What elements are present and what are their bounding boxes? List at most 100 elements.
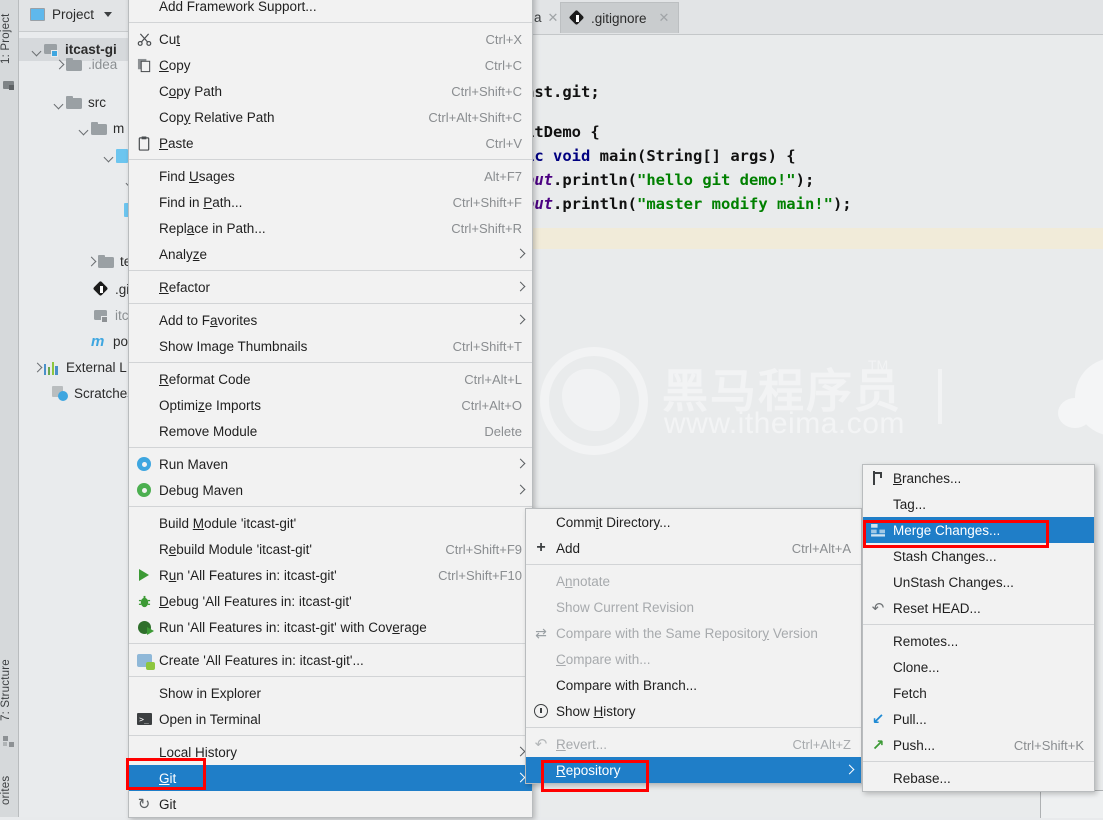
twisty-down-icon[interactable] — [102, 149, 116, 163]
twisty-right-icon[interactable] — [52, 58, 66, 72]
menu-separator — [129, 676, 532, 677]
rail-tab-structure[interactable]: 7: Structure — [0, 650, 18, 730]
menu-item-unstash-changes[interactable]: UnStash Changes... — [863, 569, 1094, 595]
twisty-down-icon[interactable] — [52, 96, 66, 110]
menu-separator — [863, 624, 1094, 625]
menu-item-debug-all-features[interactable]: Debug 'All Features in: itcast-git' — [129, 588, 532, 614]
menu-item-local-history[interactable]: Local History — [129, 739, 532, 765]
menu-item-copy-path[interactable]: Copy Path Ctrl+Shift+C — [129, 78, 532, 104]
menu-separator — [129, 362, 532, 363]
menu-item-optimize-imports[interactable]: Optimize Imports Ctrl+Alt+O — [129, 392, 532, 418]
code-text: ); — [832, 195, 852, 213]
project-view-selector[interactable]: Project — [30, 7, 113, 22]
menu-item-label: Rebase... — [893, 770, 951, 786]
menu-item-copy[interactable]: Copy Ctrl+C — [129, 52, 532, 78]
menu-item-commit-directory[interactable]: Commit Directory... — [526, 509, 861, 535]
menu-item-synchronize[interactable]: ↻ Git — [129, 791, 532, 817]
watermark-url: www.itheima.com — [664, 407, 905, 440]
menu-item-reset-head[interactable]: ↶ Reset HEAD... — [863, 595, 1094, 621]
menu-item-copy-relative-path[interactable]: Copy Relative Path Ctrl+Alt+Shift+C — [129, 104, 532, 130]
maven-icon: m — [91, 333, 105, 350]
menu-item-open-in-terminal[interactable]: >_ Open in Terminal — [129, 706, 532, 732]
folder-icon — [66, 58, 82, 71]
no-icon — [863, 543, 893, 569]
menu-item-add-to-favorites[interactable]: Add to Favorites — [129, 307, 532, 333]
push-icon: ↗ — [871, 737, 885, 754]
menu-item-label: Run 'All Features in: itcast-git' with C… — [159, 619, 427, 635]
menu-item-stash-changes[interactable]: Stash Changes... — [863, 543, 1094, 569]
menu-item-debug-maven[interactable]: Debug Maven — [129, 477, 532, 503]
library-icon — [44, 361, 60, 375]
menu-item-run-maven[interactable]: Run Maven — [129, 451, 532, 477]
menu-item-label: Annotate — [556, 573, 611, 589]
close-icon[interactable]: ✕ — [659, 10, 670, 26]
tab-gitignore[interactable]: .gitignore ✕ — [560, 2, 680, 33]
no-icon — [526, 594, 556, 620]
no-icon — [129, 333, 159, 359]
menu-item-find-in-path[interactable]: Find in Path... Ctrl+Shift+F — [129, 189, 532, 215]
menu-item-add-framework-support[interactable]: Add Framework Support... — [129, 0, 532, 19]
menu-item-label: Add — [556, 540, 581, 556]
menu-item-find-usages[interactable]: Find Usages Alt+F7 — [129, 163, 532, 189]
menu-item-shortcut: Ctrl+Alt+L — [464, 371, 522, 387]
menu-item-run-with-coverage[interactable]: Run 'All Features in: itcast-git' with C… — [129, 614, 532, 640]
editor-corner-box — [1040, 790, 1103, 818]
menu-item-add[interactable]: + Add Ctrl+Alt+A — [526, 535, 861, 561]
copy-icon — [129, 52, 159, 78]
menu-item-tag[interactable]: Tag... — [863, 491, 1094, 517]
no-icon — [129, 680, 159, 706]
menu-item-paste[interactable]: Paste Ctrl+V — [129, 130, 532, 156]
menu-item-repository[interactable]: Repository — [526, 757, 861, 783]
menu-item-label: Find in Path... — [159, 194, 243, 210]
menu-item-show-in-explorer[interactable]: Show in Explorer — [129, 680, 532, 706]
twisty-right-icon[interactable] — [84, 255, 98, 269]
menu-item-label: Open in Terminal — [159, 711, 261, 727]
menu-item-show-image-thumbnails[interactable]: Show Image Thumbnails Ctrl+Shift+T — [129, 333, 532, 359]
menu-item-label: Tag... — [893, 496, 927, 512]
no-icon — [129, 765, 159, 791]
menu-item-compare-with-branch[interactable]: Compare with Branch... — [526, 672, 861, 698]
menu-item-label: Run Maven — [159, 456, 229, 472]
menu-item-push[interactable]: ↗ Push... Ctrl+Shift+K — [863, 732, 1094, 758]
menu-item-clone[interactable]: Clone... — [863, 654, 1094, 680]
compare-icon: ⇄ — [535, 624, 547, 641]
menu-item-show-history[interactable]: Show History — [526, 698, 861, 724]
merge-icon — [863, 517, 893, 543]
menu-item-pull[interactable]: ↙ Pull... — [863, 706, 1094, 732]
menu-item-rebase[interactable]: Rebase... — [863, 765, 1094, 791]
menu-item-label: Create 'All Features in: itcast-git'... — [159, 652, 364, 668]
twisty-right-icon[interactable] — [30, 361, 44, 375]
menu-item-merge-changes[interactable]: Merge Changes... — [863, 517, 1094, 543]
folder-icon — [66, 96, 82, 109]
run-icon — [129, 562, 159, 588]
menu-item-label: Git — [159, 770, 177, 786]
menu-item-run-all-features[interactable]: Run 'All Features in: itcast-git' Ctrl+Sh… — [129, 562, 532, 588]
menu-item-branches[interactable]: Branches... — [863, 465, 1094, 491]
menu-item-build-module[interactable]: Build Module 'itcast-git' — [129, 510, 532, 536]
tree-item-label: .idea — [88, 57, 118, 72]
rail-tab-favorites[interactable]: orites — [0, 760, 18, 820]
maven-run-icon — [129, 451, 159, 477]
twisty-down-icon[interactable] — [77, 122, 91, 136]
menu-item-label: Add to Favorites — [159, 312, 258, 328]
menu-item-cut[interactable]: Cut Ctrl+X — [129, 26, 532, 52]
menu-item-git[interactable]: Git — [129, 765, 532, 791]
menu-item-replace-in-path[interactable]: Replace in Path... Ctrl+Shift+R — [129, 215, 532, 241]
menu-item-fetch[interactable]: Fetch — [863, 680, 1094, 706]
tree-item-label: src — [88, 95, 106, 110]
menu-separator — [129, 303, 532, 304]
menu-item-show-current-revision: Show Current Revision — [526, 594, 861, 620]
rail-tab-project[interactable]: 1: Project — [0, 4, 18, 74]
menu-item-create-configuration[interactable]: Create 'All Features in: itcast-git'... — [129, 647, 532, 673]
menu-item-rebuild-module[interactable]: Rebuild Module 'itcast-git' Ctrl+Shift+F9 — [129, 536, 532, 562]
watermark-tm: TM — [868, 357, 889, 373]
close-icon[interactable]: ✕ — [548, 10, 559, 26]
menu-item-remotes[interactable]: Remotes... — [863, 628, 1094, 654]
menu-item-refactor[interactable]: Refactor — [129, 274, 532, 300]
menu-item-analyze[interactable]: Analyze — [129, 241, 532, 267]
menu-item-shortcut: Ctrl+Shift+T — [452, 338, 522, 354]
menu-item-reformat-code[interactable]: Reformat Code Ctrl+Alt+L — [129, 366, 532, 392]
tree-item-label: External L — [66, 360, 127, 375]
menu-item-label: Git — [159, 796, 177, 812]
menu-item-remove-module[interactable]: Remove Module Delete — [129, 418, 532, 444]
